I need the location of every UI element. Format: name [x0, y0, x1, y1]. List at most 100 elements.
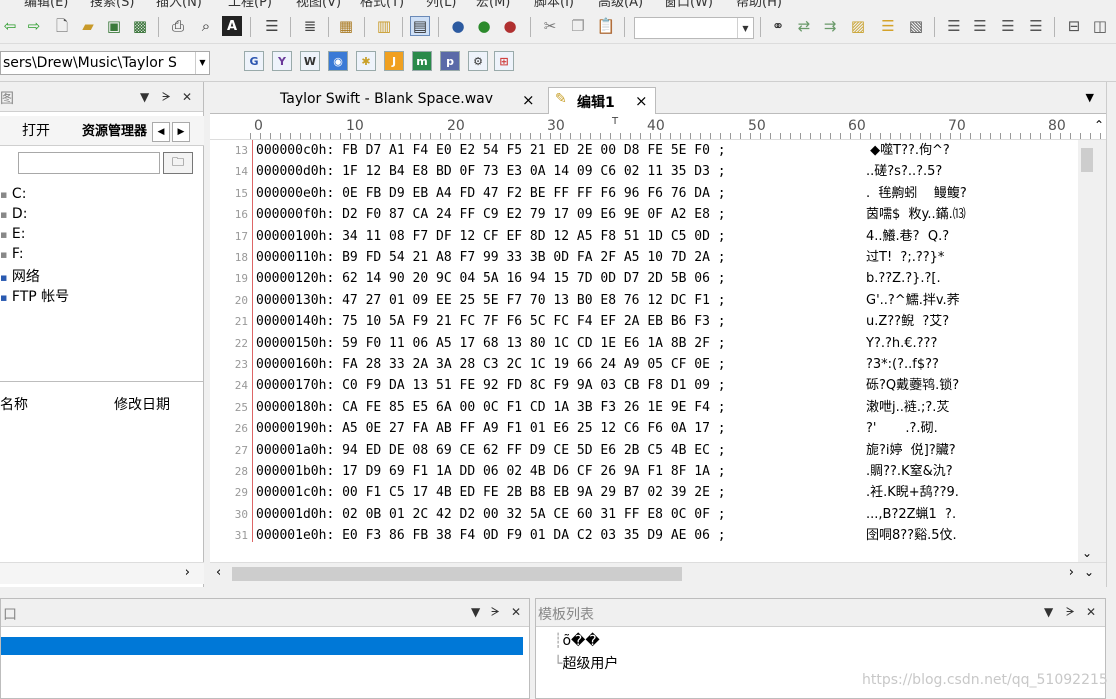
paste-icon[interactable]: 📋 — [596, 16, 616, 36]
replace-all-icon[interactable]: ⇉ — [820, 16, 840, 36]
chevron-down-icon[interactable]: ⌄ — [1084, 565, 1094, 579]
column-name[interactable]: 名称 — [0, 394, 28, 414]
open-icon[interactable]: ▣ — [104, 16, 124, 36]
close-icon[interactable]: × — [635, 92, 648, 110]
menu-advanced[interactable]: 高级(A) — [598, 0, 643, 8]
right-side-panel-strip[interactable] — [1106, 82, 1116, 587]
page-icon[interactable]: ☰ — [262, 16, 282, 36]
close-icon[interactable]: × — [522, 91, 535, 109]
stop-macro-icon[interactable]: ● — [500, 16, 520, 36]
folder-open-icon[interactable]: 🗀 — [163, 152, 193, 174]
chevron-right-icon[interactable]: ▶ — [172, 122, 190, 142]
tree-item-network[interactable]: ▪ 网络 — [0, 266, 40, 286]
db-icon[interactable]: ▧ — [906, 16, 926, 36]
tree-item-e[interactable]: ▪ E: — [0, 226, 25, 242]
list-icon[interactable]: ☰ — [878, 16, 898, 36]
menu-window[interactable]: 窗口(W) — [664, 0, 713, 8]
scroll-thumb[interactable] — [1081, 148, 1093, 172]
tree-item-f[interactable]: ▪ F: — [0, 246, 24, 262]
menu-macro[interactable]: 宏(M) — [476, 0, 510, 8]
panel-menu-icon[interactable]: ▼ — [140, 90, 149, 104]
pin-icon[interactable]: ᗒ — [491, 605, 500, 620]
chevron-down-icon[interactable]: ▼ — [737, 18, 753, 38]
pin-icon[interactable]: ᗒ — [1066, 605, 1075, 620]
tab-edit1[interactable]: ✎ 编辑1 × — [548, 87, 656, 114]
menu-help[interactable]: 帮助(H) — [736, 0, 782, 8]
tab-open[interactable]: 打开 — [22, 120, 50, 140]
scroll-thumb[interactable] — [232, 567, 682, 581]
google-icon[interactable]: G — [244, 51, 264, 71]
chevron-down-icon[interactable]: ⌄ — [1082, 546, 1092, 560]
print-icon[interactable]: ⎙ — [168, 16, 188, 36]
path-combo[interactable]: sers\Drew\Music\Taylor S ▼ — [0, 51, 210, 75]
horizontal-scrollbar[interactable]: › — [0, 562, 204, 584]
align-right-icon[interactable]: ☰ — [998, 16, 1018, 36]
yahoo-icon[interactable]: Y — [272, 51, 292, 71]
wordwrap-icon[interactable]: ≣ — [300, 16, 320, 36]
split-v-icon[interactable]: ◫ — [1090, 16, 1110, 36]
js-icon[interactable]: J — [384, 51, 404, 71]
ms-icon[interactable]: m — [412, 51, 432, 71]
cut-icon[interactable]: ✂ — [540, 16, 560, 36]
save-icon[interactable]: ▩ — [130, 16, 150, 36]
chevron-right-icon[interactable]: › — [185, 565, 190, 580]
pin-icon[interactable]: ᗒ — [162, 90, 171, 105]
tree-item-ftp[interactable]: ▪ FTP 帐号 — [0, 286, 69, 306]
panel-menu-icon[interactable]: ▼ — [471, 605, 480, 619]
close-icon[interactable]: ✕ — [1086, 605, 1096, 619]
align-left-icon[interactable]: ☰ — [944, 16, 964, 36]
wikipedia-icon[interactable]: W — [300, 51, 320, 71]
split-h-icon[interactable]: ⊟ — [1064, 16, 1084, 36]
column-modified[interactable]: 修改日期 — [114, 394, 170, 414]
filter-input[interactable] — [18, 152, 160, 174]
copy-icon[interactable]: ❐ — [568, 16, 588, 36]
vertical-scrollbar[interactable]: ⌄ — [1078, 140, 1106, 564]
back-icon[interactable]: ⇦ — [0, 16, 20, 36]
record-macro-icon[interactable]: ● — [448, 16, 468, 36]
menu-search[interactable]: 搜索(S) — [90, 0, 134, 8]
tree-item-d[interactable]: ▪ D: — [0, 206, 27, 222]
hex-editor[interactable]: 13 000000c0h: FB D7 A1 F4 E0 E2 54 F5 21 … — [210, 140, 1078, 562]
horizontal-scrollbar[interactable]: ‹ › ⌄ — [210, 562, 1106, 584]
forward-icon[interactable]: ⇨ — [24, 16, 44, 36]
template-item[interactable]: └超级用户 — [554, 653, 618, 673]
chevron-left-icon[interactable]: ‹ — [216, 565, 221, 580]
new-file-icon[interactable]: 🗋 — [52, 16, 72, 36]
play-macro-icon[interactable]: ● — [474, 16, 494, 36]
chevron-left-icon[interactable]: ◀ — [152, 122, 170, 142]
menu-script[interactable]: 脚本(I) — [534, 0, 574, 8]
php-icon[interactable]: p — [440, 51, 460, 71]
menu-view[interactable]: 视图(V) — [296, 0, 341, 8]
windows-icon[interactable]: ⊞ — [494, 51, 514, 71]
chevron-right-icon[interactable]: › — [1069, 565, 1074, 580]
chevron-down-icon[interactable]: ▼ — [195, 52, 209, 74]
menu-format[interactable]: 格式(T) — [360, 0, 404, 8]
chevron-up-icon[interactable]: ⌃ — [1094, 118, 1104, 132]
close-icon[interactable]: ✕ — [511, 605, 521, 619]
panel-menu-icon[interactable]: ▼ — [1044, 605, 1053, 619]
tab-list-dropdown-icon[interactable]: ▼ — [1086, 91, 1094, 104]
menu-insert[interactable]: 插入(N) — [156, 0, 202, 8]
toolbox-icon[interactable]: ▦ — [336, 16, 356, 36]
menu-edit[interactable]: 编辑(E) — [24, 0, 68, 8]
font-icon[interactable]: A — [222, 16, 242, 36]
find-in-files-icon[interactable]: ▨ — [848, 16, 868, 36]
tab-wav-file[interactable]: Taylor Swift - Blank Space.wav × — [280, 87, 535, 114]
binoculars-icon[interactable]: ⚭ — [768, 16, 788, 36]
close-icon[interactable]: ✕ — [182, 90, 192, 104]
justify-icon[interactable]: ☰ — [1026, 16, 1046, 36]
toolbar-combo[interactable]: ▼ — [634, 17, 754, 39]
hex-toggle-icon[interactable]: ▤ — [410, 16, 430, 36]
align-center-icon[interactable]: ☰ — [970, 16, 990, 36]
open-folder-icon[interactable]: ▰ — [78, 16, 98, 36]
web-icon[interactable]: ◉ — [328, 51, 348, 71]
menu-project[interactable]: 工程(P) — [228, 0, 272, 8]
print-preview-icon[interactable]: ⌕ — [196, 16, 216, 36]
replace-icon[interactable]: ⇄ — [794, 16, 814, 36]
script-icon[interactable]: ⚙ — [468, 51, 488, 71]
tree-item-c[interactable]: ▪ C: — [0, 186, 26, 202]
menu-column[interactable]: 列(L) — [426, 0, 456, 8]
selected-output-line[interactable] — [1, 637, 523, 655]
template-item[interactable]: ┊õ�� — [554, 633, 600, 649]
columns-icon[interactable]: ▥ — [374, 16, 394, 36]
